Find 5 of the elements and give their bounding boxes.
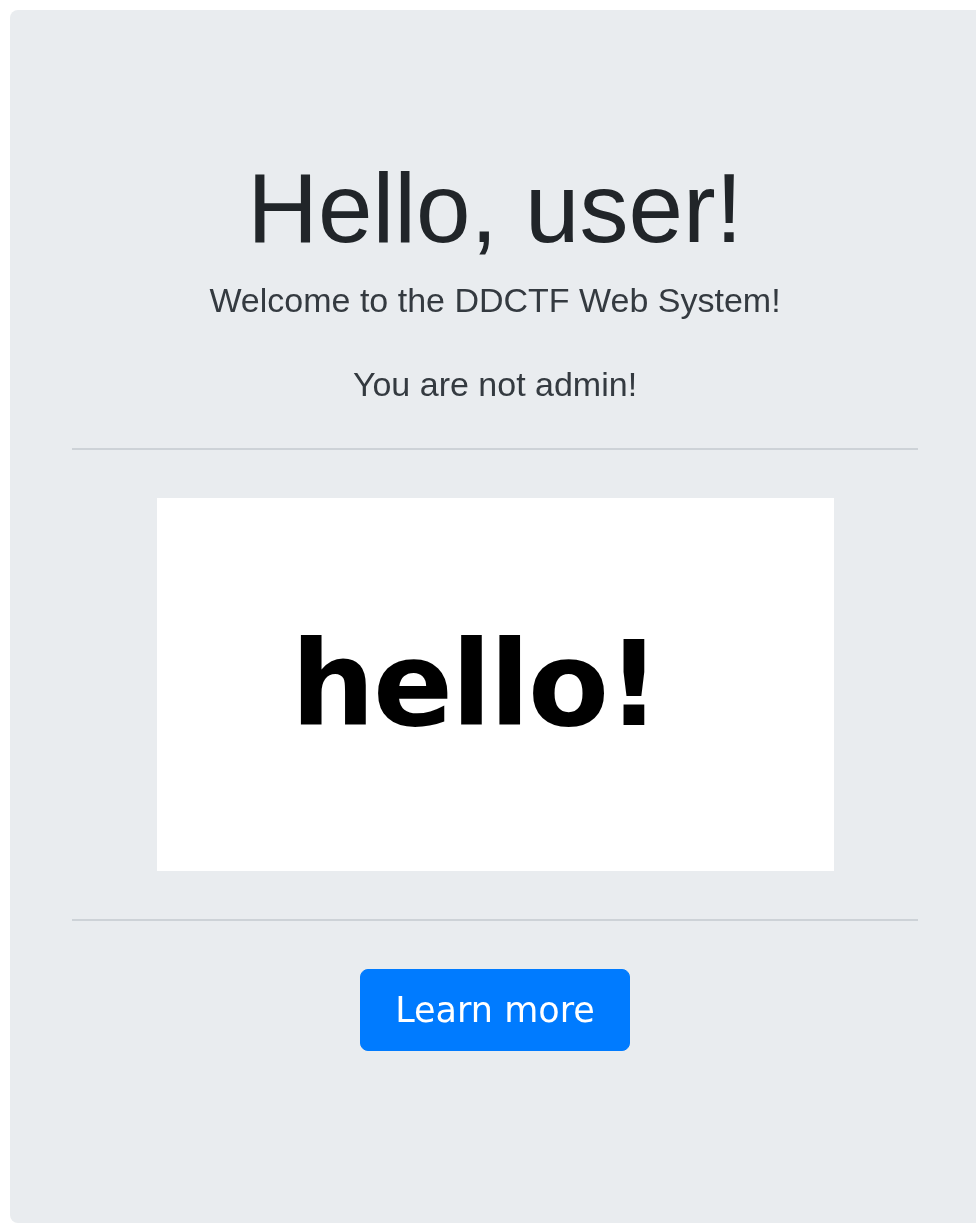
status-message: You are not admin! — [351, 363, 639, 405]
learn-more-button[interactable]: Learn more — [360, 968, 630, 1052]
welcome-text: Welcome to the DDCTF Web System! — [208, 279, 782, 321]
heading: Hello, user! — [246, 152, 744, 265]
image-text: hello! — [291, 613, 659, 755]
